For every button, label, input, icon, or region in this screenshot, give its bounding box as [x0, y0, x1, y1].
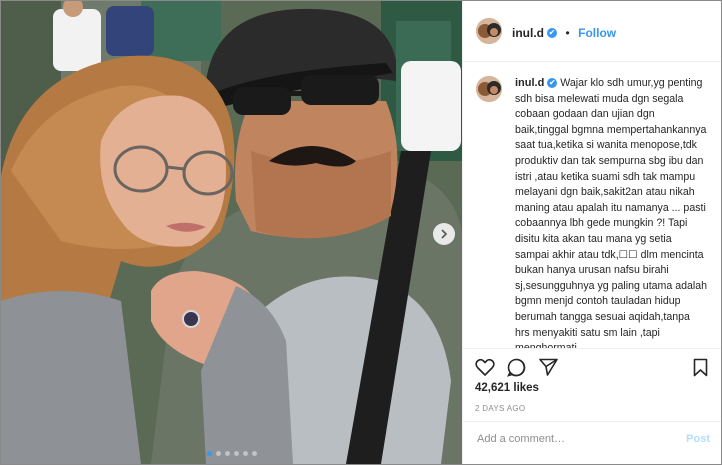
post-actions: 42,621 likes 2 DAYS AGO Post: [463, 348, 721, 461]
carousel-dot: [242, 451, 248, 456]
next-slide-button[interactable]: [433, 223, 455, 245]
verified-badge-icon: ✔: [547, 27, 557, 38]
carousel-dot: [215, 451, 221, 456]
photo-image: [1, 1, 462, 464]
separator-dot: •: [565, 26, 570, 40]
avatar-image: [476, 76, 502, 102]
post-comment-button[interactable]: Post: [686, 433, 710, 445]
header-user-row: inul.d ✔ • Follow: [512, 24, 616, 42]
carousel-dot: [251, 451, 257, 456]
carousel-dots: [1, 451, 462, 456]
caption-avatar[interactable]: [476, 76, 502, 102]
paper-plane-icon[interactable]: [539, 358, 558, 376]
post-photo[interactable]: [1, 1, 462, 464]
post-window: inul.d ✔ • Follow inul.d ✔ Wajar klo sdh u…: [0, 0, 722, 465]
comment-input[interactable]: [475, 432, 669, 446]
caption-area[interactable]: inul.d ✔ Wajar klo sdh umur,yg penting sd…: [463, 62, 721, 348]
carousel-dot: [233, 451, 239, 456]
caption-username[interactable]: inul.d: [515, 77, 544, 89]
avatar-image: [476, 18, 502, 44]
caption-text: Wajar klo sdh umur,yg penting sdh bisa m…: [515, 77, 708, 348]
likes-count[interactable]: 42,621 likes: [475, 382, 539, 394]
heart-icon[interactable]: [475, 358, 495, 376]
comment-bubble-icon[interactable]: [507, 358, 526, 377]
bookmark-icon[interactable]: [693, 358, 708, 377]
username-link[interactable]: inul.d: [512, 26, 544, 40]
follow-button[interactable]: Follow: [578, 26, 616, 40]
post-header: inul.d ✔ • Follow: [463, 1, 721, 62]
post-sidebar: inul.d ✔ • Follow inul.d ✔ Wajar klo sdh u…: [462, 1, 721, 464]
post-timestamp[interactable]: 2 DAYS AGO: [475, 404, 525, 413]
carousel-dot: [224, 451, 230, 456]
post-caption: inul.d ✔ Wajar klo sdh umur,yg penting sd…: [515, 76, 707, 348]
verified-badge-icon: ✔: [547, 78, 558, 89]
carousel-dot: [206, 451, 212, 456]
chevron-right-icon: [441, 229, 448, 239]
comment-bar: Post: [463, 421, 721, 461]
avatar[interactable]: [476, 18, 502, 44]
